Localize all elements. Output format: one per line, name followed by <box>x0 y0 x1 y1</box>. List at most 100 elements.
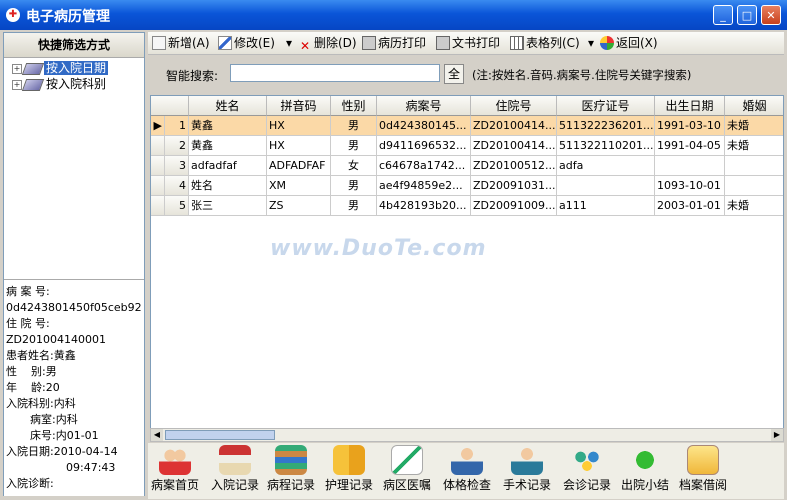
cell-medical-no[interactable]: 511322236201... <box>557 116 655 136</box>
column-header-medical-no[interactable]: 医疗证号 <box>557 96 655 116</box>
cell-gender[interactable]: 男 <box>331 116 377 136</box>
cell-idx[interactable]: 5 <box>165 196 189 216</box>
cell-marriage[interactable] <box>725 156 783 176</box>
cell-pinyin[interactable]: HX <box>267 116 331 136</box>
cell-case-no[interactable]: ae4f94859e2... <box>377 176 471 196</box>
scroll-thumb[interactable] <box>165 430 275 440</box>
columns-dropdown[interactable]: ▾ <box>588 34 594 52</box>
cell-name[interactable]: 黄鑫 <box>189 116 267 136</box>
column-header-gender[interactable]: 性别 <box>331 96 377 116</box>
cell-birth[interactable]: 1991-03-10 <box>655 116 725 136</box>
cell-birth[interactable] <box>655 156 725 176</box>
column-header-case-no[interactable]: 病案号 <box>377 96 471 116</box>
cell-gender[interactable]: 男 <box>331 136 377 156</box>
column-header-inpatient-no[interactable]: 住院号 <box>471 96 557 116</box>
table-row[interactable]: 2 黄鑫 HX 男 d9411696532... ZD20100414... 5113221… <box>151 136 783 156</box>
column-header-marriage[interactable]: 婚姻 <box>725 96 783 116</box>
cell-marriage[interactable]: 未婚 <box>725 136 783 156</box>
scroll-left-icon[interactable]: ◀ <box>151 429 163 441</box>
edit-button[interactable]: 修改(E) <box>218 34 275 52</box>
cell-marriage[interactable] <box>725 176 783 196</box>
column-header-pinyin[interactable]: 拼音码 <box>267 96 331 116</box>
add-button[interactable]: 新增(A) <box>152 34 210 52</box>
cell-name[interactable]: 姓名 <box>189 176 267 196</box>
tree-item-admit-dept[interactable]: + 按入院科别 <box>12 77 108 91</box>
discharge-summary-button[interactable]: 出院小结 <box>618 445 672 497</box>
physical-exam-button[interactable]: 体格检查 <box>440 445 494 497</box>
cell-medical-no[interactable]: adfa <box>557 156 655 176</box>
cell-idx[interactable]: 3 <box>165 156 189 176</box>
delete-button[interactable]: ✕ 删除(D) <box>298 34 357 53</box>
progress-record-button[interactable]: 病程记录 <box>264 445 318 497</box>
tree-item-admit-date[interactable]: + 按入院日期 <box>12 61 109 75</box>
cell-medical-no[interactable]: 511322110201... <box>557 136 655 156</box>
consultation-record-button[interactable]: 会诊记录 <box>560 445 614 497</box>
columns-button[interactable]: 表格列(C) <box>510 34 580 52</box>
cell-gender[interactable]: 女 <box>331 156 377 176</box>
table-row[interactable]: 5 张三 ZS 男 4b428193b20... ZD20091009... a111 200… <box>151 196 783 216</box>
consultation-record-label: 会诊记录 <box>562 478 611 492</box>
cell-pinyin[interactable]: ZS <box>267 196 331 216</box>
surgery-record-button[interactable]: 手术记录 <box>500 445 554 497</box>
cell-medical-no[interactable]: a111 <box>557 196 655 216</box>
cell-inpatient-no[interactable]: ZD20091031... <box>471 176 557 196</box>
cell-idx[interactable]: 2 <box>165 136 189 156</box>
search-label: 智能搜索: <box>166 69 219 83</box>
cell-case-no[interactable]: d9411696532... <box>377 136 471 156</box>
search-all-button[interactable]: 全 <box>444 64 464 84</box>
cell-case-no[interactable]: 4b428193b20... <box>377 196 471 216</box>
title-bar: ✚ 电子病历管理 _ □ ✕ <box>0 0 787 30</box>
cell-pinyin[interactable]: XM <box>267 176 331 196</box>
horizontal-scrollbar[interactable]: ◀ ▶ <box>150 428 784 442</box>
case-home-button[interactable]: 病案首页 <box>148 445 202 497</box>
ward-orders-button[interactable]: 病区医嘱 <box>380 445 434 497</box>
cell-case-no[interactable]: c64678a1742... <box>377 156 471 176</box>
info-ward: 病室:内科 <box>30 412 78 428</box>
cell-marriage[interactable]: 未婚 <box>725 116 783 136</box>
minimize-button[interactable]: _ <box>713 5 733 25</box>
tree-label: 按入院科别 <box>46 77 107 91</box>
cell-inpatient-no[interactable]: ZD20100512... <box>471 156 557 176</box>
cell-birth[interactable]: 2003-01-01 <box>655 196 725 216</box>
cell-birth[interactable]: 1093-10-01 <box>655 176 725 196</box>
table-row[interactable]: 3 adfadfaf ADFADFAF 女 c64678a1742... ZD201005… <box>151 156 783 176</box>
cell-case-no[interactable]: 0d424380145... <box>377 116 471 136</box>
cell-marriage[interactable]: 未婚 <box>725 196 783 216</box>
cell-inpatient-no[interactable]: ZD20091009... <box>471 196 557 216</box>
close-button[interactable]: ✕ <box>761 5 781 25</box>
scroll-right-icon[interactable]: ▶ <box>771 429 783 441</box>
maximize-button[interactable]: □ <box>737 5 757 25</box>
cell-pinyin[interactable]: ADFADFAF <box>267 156 331 176</box>
expand-icon[interactable]: + <box>12 79 22 90</box>
cell-inpatient-no[interactable]: ZD20100414... <box>471 136 557 156</box>
cell-name[interactable]: 张三 <box>189 196 267 216</box>
cell-name[interactable]: 黄鑫 <box>189 136 267 156</box>
print-doc-button[interactable]: 文书打印 <box>436 34 500 52</box>
cell-medical-no[interactable] <box>557 176 655 196</box>
expand-icon[interactable]: + <box>12 63 22 74</box>
admission-record-button[interactable]: 入院记录 <box>208 445 262 497</box>
table-row[interactable]: ▶ 1 黄鑫 HX 男 0d424380145... ZD20100414... 511322… <box>151 116 783 136</box>
info-name: 患者姓名:黄鑫 <box>6 348 76 364</box>
cell-gender[interactable]: 男 <box>331 176 377 196</box>
back-button[interactable]: 返回(X) <box>600 34 658 52</box>
search-input[interactable] <box>230 64 440 82</box>
edit-dropdown[interactable]: ▾ <box>286 34 292 52</box>
cell-birth[interactable]: 1991-04-05 <box>655 136 725 156</box>
cell-name[interactable]: adfadfaf <box>189 156 267 176</box>
cell-pinyin[interactable]: HX <box>267 136 331 156</box>
folder-icon <box>21 62 45 75</box>
print-record-button[interactable]: 病历打印 <box>362 34 426 52</box>
printer-icon <box>362 36 376 50</box>
archive-borrow-button[interactable]: 档案借阅 <box>676 445 730 497</box>
nursing-record-button[interactable]: 护理记录 <box>322 445 376 497</box>
cell-gender[interactable]: 男 <box>331 196 377 216</box>
physical-exam-label: 体格检查 <box>442 478 491 492</box>
info-label: 年 龄: <box>6 381 46 394</box>
table-row[interactable]: 4 姓名 XM 男 ae4f94859e2... ZD20091031... 1093-10… <box>151 176 783 196</box>
column-header-name[interactable]: 姓名 <box>189 96 267 116</box>
column-header-birth[interactable]: 出生日期 <box>655 96 725 116</box>
cell-inpatient-no[interactable]: ZD20100414... <box>471 116 557 136</box>
cell-idx[interactable]: 1 <box>165 116 189 136</box>
cell-idx[interactable]: 4 <box>165 176 189 196</box>
